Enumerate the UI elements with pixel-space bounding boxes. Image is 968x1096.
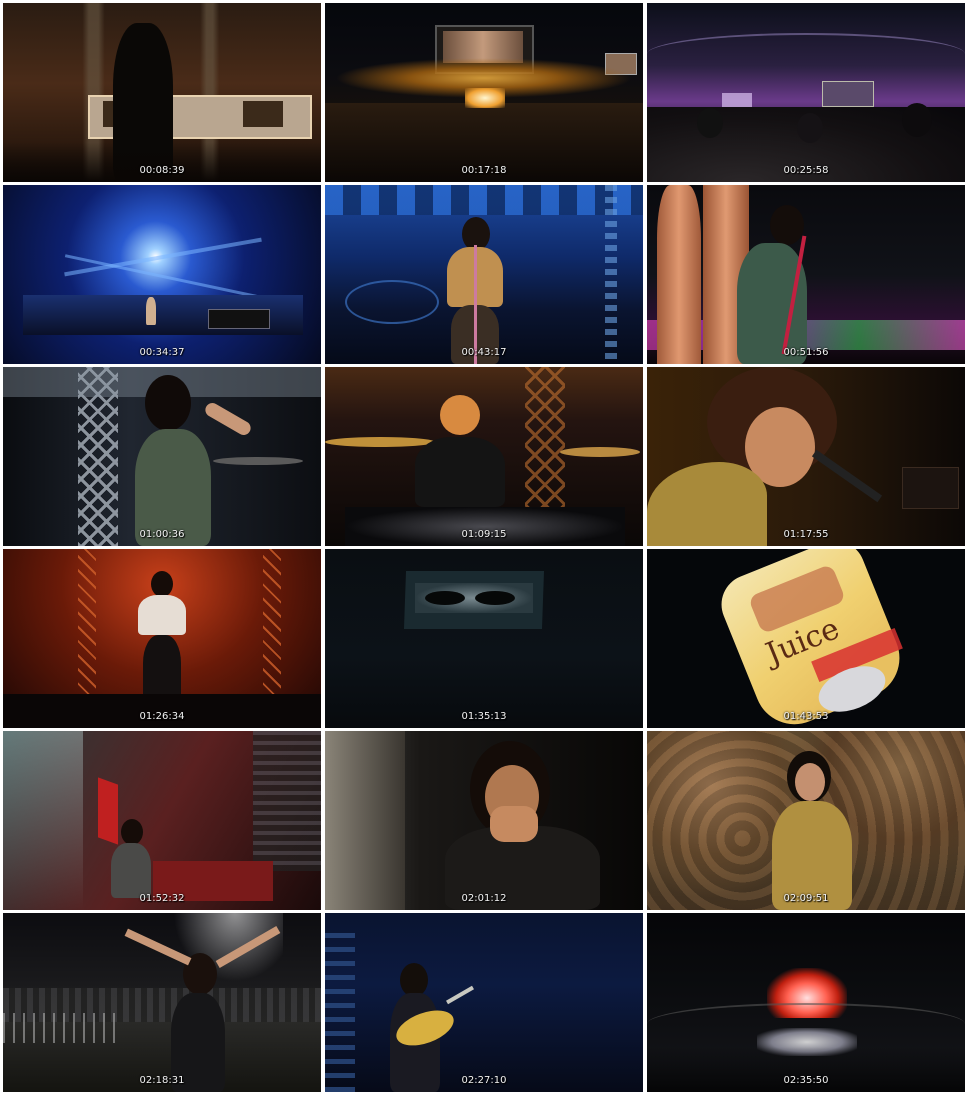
video-frame-thumbnail: 02:09:51	[647, 731, 965, 910]
video-frame-thumbnail: 01:26:34	[3, 549, 321, 728]
video-frame-thumbnail: 00:08:39	[3, 3, 321, 182]
timestamp-label: 00:25:58	[783, 165, 829, 176]
timestamp-label: 02:18:31	[139, 1075, 185, 1086]
timestamp-label: 01:09:15	[461, 529, 507, 540]
timestamp-label: 02:27:10	[461, 1075, 507, 1086]
video-frame-thumbnail: 01:09:15	[325, 367, 643, 546]
video-frame-thumbnail: Juice 01:43:53	[647, 549, 965, 728]
video-frame-thumbnail: 01:00:36	[3, 367, 321, 546]
timestamp-label: 01:35:13	[461, 711, 507, 722]
video-frame-thumbnail: 00:17:18	[325, 3, 643, 182]
timestamp-label: 00:17:18	[461, 165, 507, 176]
timestamp-label: 00:51:56	[783, 347, 829, 358]
timestamp-label: 02:09:51	[783, 893, 829, 904]
video-frame-thumbnail: 01:52:32	[3, 731, 321, 910]
timestamp-label: 01:00:36	[139, 529, 185, 540]
timestamp-label: 00:34:37	[139, 347, 185, 358]
video-frame-thumbnail: 00:34:37	[3, 185, 321, 364]
video-frame-thumbnail: 02:35:50	[647, 913, 965, 1092]
timestamp-label: 00:43:17	[461, 347, 507, 358]
timestamp-label: 00:08:39	[139, 165, 185, 176]
video-frame-thumbnail: 00:43:17	[325, 185, 643, 364]
timestamp-label: 02:35:50	[783, 1075, 829, 1086]
thumbnail-grid: 00:08:39 00:17:18 00:25:58 00:34:37 00:4…	[3, 3, 965, 1092]
timestamp-label: 01:26:34	[139, 711, 185, 722]
video-frame-thumbnail: 01:17:55	[647, 367, 965, 546]
video-frame-thumbnail: 02:01:12	[325, 731, 643, 910]
video-frame-thumbnail: 00:51:56	[647, 185, 965, 364]
timestamp-label: 01:52:32	[139, 893, 185, 904]
video-frame-thumbnail: 01:35:13	[325, 549, 643, 728]
video-frame-thumbnail: 02:27:10	[325, 913, 643, 1092]
timestamp-label: 01:17:55	[783, 529, 829, 540]
video-frame-thumbnail: 02:18:31	[3, 913, 321, 1092]
timestamp-label: 01:43:53	[783, 711, 829, 722]
video-frame-thumbnail: 00:25:58	[647, 3, 965, 182]
timestamp-label: 02:01:12	[461, 893, 507, 904]
